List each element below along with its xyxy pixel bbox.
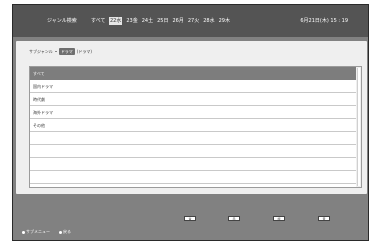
date-tab[interactable]: 29木: [219, 5, 230, 37]
date-tab[interactable]: 26月: [173, 5, 184, 37]
bullet-icon: [22, 230, 25, 234]
yellow-button-label: 黄: [322, 217, 326, 221]
content-panel: サブジャンル ドラマ (ドラマ) すべて 国内ドラマ 時代劇 海外ドラマ その他: [16, 41, 367, 194]
blue-button[interactable]: 青: [184, 216, 196, 221]
separator: [54, 51, 57, 52]
subgenre-list: すべて 国内ドラマ 時代劇 海外ドラマ その他: [29, 66, 362, 188]
list-item[interactable]: 時代劇: [30, 93, 358, 106]
list-item[interactable]: その他: [30, 119, 358, 132]
list-item-label: その他: [33, 123, 45, 128]
list-item-label: 海外ドラマ: [33, 110, 53, 115]
subgenre-header: サブジャンル ドラマ (ドラマ): [29, 48, 92, 55]
legend-submenu: サブメニュー: [22, 229, 50, 235]
date-tab[interactable]: 28水: [203, 5, 214, 37]
date-tab[interactable]: 27火: [188, 5, 199, 37]
legend-submenu-label: サブメニュー: [26, 229, 50, 234]
list-item[interactable]: [30, 145, 358, 158]
legend-back: 戻る: [59, 229, 71, 235]
genre-all-label[interactable]: すべて: [91, 5, 105, 37]
list-item[interactable]: [30, 158, 358, 171]
list-item[interactable]: [30, 132, 358, 145]
subgenre-selector[interactable]: ドラマ: [58, 48, 75, 55]
subgenre-paren: (ドラマ): [76, 48, 92, 54]
red-button-label: 赤: [232, 217, 236, 221]
legend-back-label: 戻る: [63, 229, 71, 234]
list-item-label: 時代劇: [33, 97, 45, 102]
date-tab[interactable]: 23金: [126, 5, 137, 37]
date-tabs: 22水 23金 24土 25日 26月 27火 28水 29木: [109, 5, 230, 37]
green-button-label: 緑: [277, 217, 281, 221]
date-tab[interactable]: 22水: [109, 17, 123, 25]
list-item[interactable]: すべて: [30, 67, 358, 80]
clock: 6月21日(木) 15 : 19: [300, 18, 348, 24]
scrollbar-track[interactable]: [357, 68, 360, 186]
tv-screen: ジャンル検索 すべて 22水 23金 24土 25日 26月 27火 28水 2…: [12, 4, 369, 241]
subgenre-label: サブジャンル: [29, 48, 53, 54]
list-item-label: 国内ドラマ: [33, 84, 53, 89]
green-button[interactable]: 緑: [273, 216, 285, 221]
date-tab[interactable]: 24土: [142, 5, 153, 37]
scrollbar[interactable]: [356, 67, 361, 187]
list-item[interactable]: [30, 171, 358, 184]
bottom-bar: 青 赤 緑 黄 サブメニュー 戻る: [13, 201, 368, 240]
yellow-button[interactable]: 黄: [318, 216, 330, 221]
red-button[interactable]: 赤: [228, 216, 240, 221]
list-item[interactable]: 海外ドラマ: [30, 106, 358, 119]
list-item[interactable]: 国内ドラマ: [30, 80, 358, 93]
blue-button-label: 青: [188, 217, 192, 221]
screen-title: ジャンル検索: [47, 18, 77, 24]
top-bar: ジャンル検索 すべて 22水 23金 24土 25日 26月 27火 28水 2…: [13, 5, 368, 37]
date-tab[interactable]: 25日: [157, 5, 168, 37]
bullet-icon: [59, 230, 62, 234]
list-item-label: すべて: [33, 71, 45, 76]
